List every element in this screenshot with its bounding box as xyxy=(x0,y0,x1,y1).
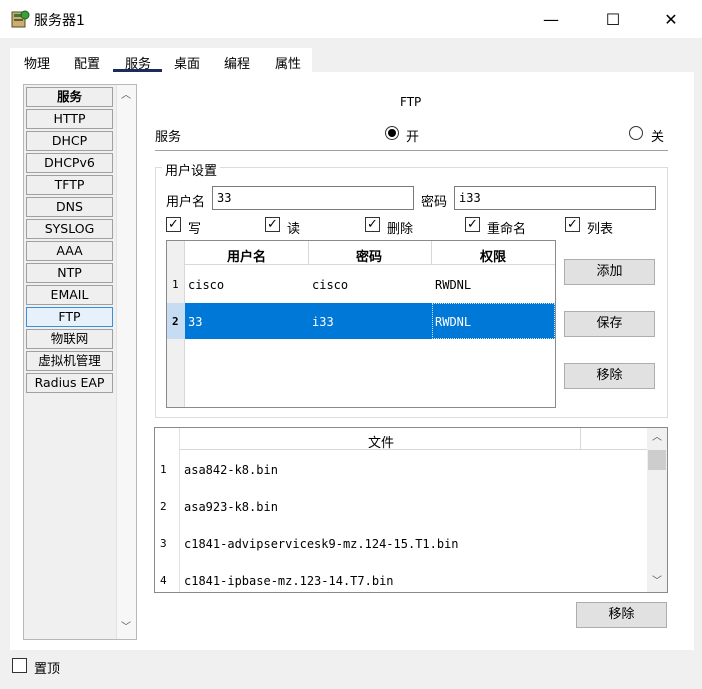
file-row-index: 3 xyxy=(160,537,167,550)
service-item-email[interactable]: EMAIL xyxy=(26,285,113,305)
file-row-name[interactable]: c1841-ipbase-mz.123-14.T7.bin xyxy=(184,574,394,588)
row-index: 2 xyxy=(172,315,179,328)
rename-label: 重命名 xyxy=(487,222,527,237)
scroll-up-arrow-icon[interactable]: ︿ xyxy=(118,88,134,104)
username-input[interactable] xyxy=(212,186,414,210)
service-on-radio[interactable] xyxy=(385,126,399,140)
scroll-down-arrow-icon[interactable]: ﹀ xyxy=(649,574,665,590)
header-divider xyxy=(308,241,309,265)
scroll-up-arrow-icon[interactable]: ︿ xyxy=(649,430,665,446)
tab-attributes[interactable]: 属性 xyxy=(275,53,301,72)
service-item-aaa[interactable]: AAA xyxy=(26,241,113,261)
file-row-index: 2 xyxy=(160,500,167,513)
username-label: 用户名 xyxy=(166,195,206,210)
service-item-dhcpv6[interactable]: DHCPv6 xyxy=(26,153,113,173)
column-permission[interactable]: 权限 xyxy=(480,246,506,265)
header-divider xyxy=(431,241,432,265)
always-on-top-checkbox[interactable] xyxy=(12,658,27,673)
service-off-label: 关 xyxy=(651,130,665,145)
write-label: 写 xyxy=(188,222,202,237)
service-item-dhcp[interactable]: DHCP xyxy=(26,131,113,151)
maximize-button[interactable]: ☐ xyxy=(590,0,636,38)
file-scroll-thumb[interactable] xyxy=(648,450,666,470)
column-username[interactable]: 用户名 xyxy=(227,246,266,265)
server-app-icon xyxy=(10,9,30,29)
file-index-column xyxy=(155,428,180,592)
tab-config[interactable]: 配置 xyxy=(74,53,100,72)
row-username: cisco xyxy=(188,278,225,292)
service-item-ftp[interactable]: FTP xyxy=(26,307,113,327)
password-label: 密码 xyxy=(421,195,448,210)
service-off-radio[interactable] xyxy=(629,126,643,140)
password-input[interactable] xyxy=(454,186,656,210)
list-checkbox[interactable]: ✓ xyxy=(565,217,580,232)
remove-file-button[interactable]: 移除 xyxy=(576,602,667,628)
service-item-iot[interactable]: 物联网 xyxy=(26,329,113,349)
column-password[interactable]: 密码 xyxy=(356,246,382,265)
row-permission: RWDNL xyxy=(435,278,472,292)
service-item-syslog[interactable]: SYSLOG xyxy=(26,219,113,239)
column-file[interactable]: 文件 xyxy=(368,432,394,451)
list-label: 列表 xyxy=(587,222,614,237)
minimize-button[interactable]: — xyxy=(528,0,574,38)
file-table-header xyxy=(180,428,647,450)
service-item-vm-management[interactable]: 虚拟机管理 xyxy=(26,351,113,371)
row-permission: RWDNL xyxy=(435,315,472,329)
tab-physical[interactable]: 物理 xyxy=(24,53,50,72)
service-item-radius-eap[interactable]: Radius EAP xyxy=(26,373,113,393)
service-item-tftp[interactable]: TFTP xyxy=(26,175,113,195)
rename-checkbox[interactable]: ✓ xyxy=(465,217,480,232)
separator xyxy=(155,150,668,151)
file-row-index: 1 xyxy=(160,463,167,476)
file-row-name[interactable]: asa923-k8.bin xyxy=(184,500,278,514)
file-row-index: 4 xyxy=(160,574,167,587)
add-user-button[interactable]: 添加 xyxy=(564,259,655,285)
service-item-http[interactable]: HTTP xyxy=(26,109,113,129)
tab-programming[interactable]: 编程 xyxy=(224,53,250,72)
close-button[interactable]: ✕ xyxy=(648,0,694,38)
service-item-dns[interactable]: DNS xyxy=(26,197,113,217)
window-title: 服务器1 xyxy=(34,13,85,29)
user-settings-label: 用户设置 xyxy=(162,160,221,179)
row-password: cisco xyxy=(312,278,349,292)
table-row[interactable] xyxy=(185,266,555,302)
service-label: 服务 xyxy=(155,130,182,145)
read-checkbox[interactable]: ✓ xyxy=(265,217,280,232)
row-username: 33 xyxy=(188,315,203,329)
remove-user-button[interactable]: 移除 xyxy=(564,363,655,389)
file-row-name[interactable]: asa842-k8.bin xyxy=(184,463,278,477)
service-header: 服务 xyxy=(26,87,113,107)
delete-label: 删除 xyxy=(387,222,414,237)
scroll-down-arrow-icon[interactable]: ﹀ xyxy=(118,620,134,636)
row-index: 1 xyxy=(172,278,179,291)
delete-checkbox[interactable]: ✓ xyxy=(365,217,380,232)
file-row-name[interactable]: c1841-advipservicesk9-mz.124-15.T1.bin xyxy=(184,537,459,551)
service-on-label: 开 xyxy=(406,130,420,145)
write-checkbox[interactable]: ✓ xyxy=(166,217,181,232)
always-on-top-label: 置顶 xyxy=(34,662,61,677)
save-user-button[interactable]: 保存 xyxy=(564,311,655,337)
read-label: 读 xyxy=(287,222,301,237)
service-item-ntp[interactable]: NTP xyxy=(26,263,113,283)
header-divider xyxy=(580,428,581,450)
row-password: i33 xyxy=(312,315,334,329)
service-list-scrollbar[interactable] xyxy=(116,85,136,639)
ftp-heading: FTP xyxy=(400,95,422,109)
tab-desktop[interactable]: 桌面 xyxy=(174,53,200,72)
